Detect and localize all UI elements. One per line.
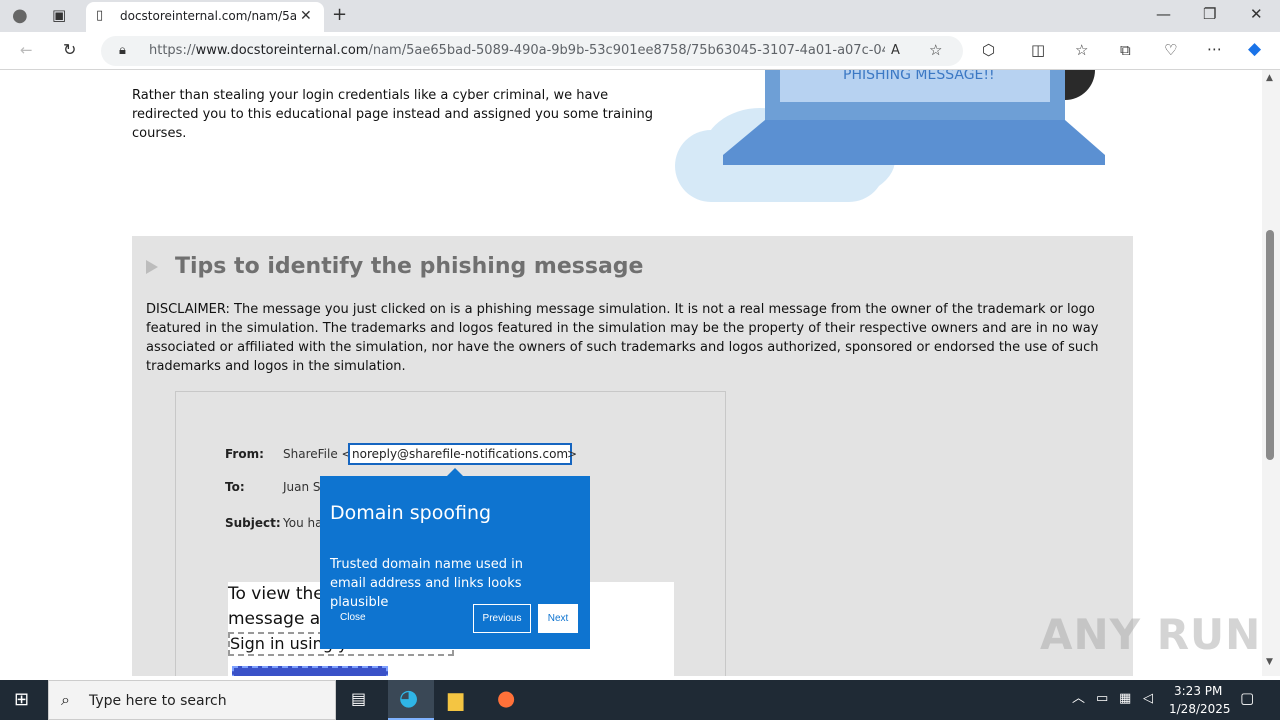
copilot-icon[interactable]: ◆ bbox=[1248, 41, 1261, 58]
favorite-star-icon[interactable]: ☆ bbox=[929, 43, 942, 58]
refresh-icon[interactable]: ↻ bbox=[63, 42, 76, 58]
network-icon[interactable]: ▦ bbox=[1119, 692, 1131, 705]
tray-time[interactable]: 3:23 PM bbox=[1174, 684, 1222, 698]
volume-icon[interactable]: ◁ bbox=[1143, 692, 1153, 705]
tray-chevron-icon[interactable]: ︿ bbox=[1072, 692, 1085, 705]
minimize-icon[interactable]: — bbox=[1156, 7, 1171, 22]
page-icon: ▯ bbox=[96, 8, 104, 23]
from-close-bracket: > bbox=[567, 447, 578, 461]
laptop-illustration bbox=[675, 70, 1105, 202]
close-window-icon[interactable]: ✕ bbox=[1250, 7, 1263, 22]
more-menu-icon[interactable]: ⋯ bbox=[1207, 42, 1222, 57]
tray-date[interactable]: 1/28/2025 bbox=[1169, 702, 1231, 716]
tab-title: docstoreinternal.com/nam/5ae65 bbox=[120, 9, 296, 23]
edge-taskbar-icon[interactable]: ◕ bbox=[388, 680, 434, 720]
browser-essentials-icon[interactable]: ♡ bbox=[1164, 43, 1177, 58]
disclaimer-text: DISCLAIMER: The message you just clicked… bbox=[146, 302, 1099, 374]
notifications-icon[interactable]: ▢ bbox=[1240, 691, 1254, 706]
url-field[interactable]: 🔒︎ https://www.docstoreinternal.com/nam/… bbox=[101, 36, 963, 66]
tab-bar: ● ▣ ▯ docstoreinternal.com/nam/5ae65 ✕ +… bbox=[0, 0, 1280, 32]
intro-text: Rather than stealing your login credenti… bbox=[132, 88, 654, 141]
to-label: To: bbox=[225, 480, 245, 494]
address-bar: ← ↻ 🔒︎ https://www.docstoreinternal.com/… bbox=[0, 32, 1280, 70]
restore-icon[interactable]: ❐ bbox=[1203, 7, 1216, 22]
tray-device-icon[interactable]: ▭ bbox=[1096, 692, 1108, 705]
popup-next-button[interactable]: Next bbox=[538, 604, 578, 633]
expand-triangle-icon[interactable] bbox=[146, 260, 158, 274]
scrollbar-thumb[interactable] bbox=[1266, 230, 1274, 460]
tips-heading[interactable]: Tips to identify the phishing message bbox=[175, 254, 643, 279]
phishing-banner-text: PHISHING MESSAGE!! bbox=[843, 70, 995, 83]
firefox-icon[interactable]: ● bbox=[497, 688, 515, 709]
active-tab[interactable]: ▯ docstoreinternal.com/nam/5ae65 ✕ bbox=[86, 2, 324, 32]
tab-actions-icon[interactable]: ▣ bbox=[52, 8, 66, 23]
subject-value: You ha bbox=[283, 516, 323, 530]
lock-icon[interactable]: 🔒︎ bbox=[119, 44, 126, 57]
profile-icon[interactable]: ● bbox=[12, 7, 28, 25]
popup-title: Domain spoofing bbox=[330, 502, 492, 524]
task-view-icon[interactable]: ▤ bbox=[351, 691, 366, 707]
scroll-up-icon[interactable]: ▲ bbox=[1266, 74, 1273, 83]
domain-spoofing-popup: Domain spoofing Trusted domain name used… bbox=[320, 468, 590, 649]
watermark: ANY RUN bbox=[1040, 610, 1262, 659]
page-content: Rather than stealing your login credenti… bbox=[0, 70, 1262, 676]
close-tab-icon[interactable]: ✕ bbox=[300, 9, 312, 23]
collections-icon[interactable]: ⧉ bbox=[1120, 43, 1131, 58]
back-icon[interactable]: ← bbox=[20, 43, 33, 58]
windows-start-icon[interactable]: ⊞ bbox=[14, 691, 29, 709]
taskbar: ⊞ ⌕ Type here to search ▤ ◕ ▆ ● ︿ ▭ ▦ ◁ … bbox=[0, 680, 1280, 720]
to-value: Juan S bbox=[283, 480, 321, 494]
new-tab-icon[interactable]: + bbox=[332, 6, 347, 24]
popup-close-button[interactable]: Close bbox=[340, 612, 366, 623]
popup-previous-button[interactable]: Previous bbox=[473, 604, 531, 633]
from-address-highlight[interactable]: noreply@sharefile-notifications.com bbox=[348, 443, 573, 465]
favorites-icon[interactable]: ☆ bbox=[1075, 43, 1088, 58]
from-name: ShareFile < bbox=[283, 447, 352, 461]
search-placeholder: Type here to search bbox=[89, 693, 227, 709]
search-icon: ⌕ bbox=[61, 690, 70, 709]
edge-icon: ◕ bbox=[399, 686, 419, 711]
scroll-down-icon[interactable]: ▼ bbox=[1266, 658, 1273, 667]
file-explorer-icon[interactable]: ▆ bbox=[448, 689, 463, 709]
read-aloud-icon[interactable]: A bbox=[891, 44, 900, 57]
tips-section: Tips to identify the phishing message DI… bbox=[132, 236, 1133, 676]
subject-label: Subject: bbox=[225, 516, 281, 530]
email-cta-button[interactable] bbox=[232, 666, 388, 676]
from-label: From: bbox=[225, 447, 264, 461]
extensions-icon[interactable]: ⬡ bbox=[982, 43, 995, 58]
taskbar-search[interactable]: ⌕ Type here to search bbox=[48, 680, 336, 720]
split-screen-icon[interactable]: ◫ bbox=[1031, 43, 1045, 58]
url-text: https://www.docstoreinternal.com/nam/5ae… bbox=[149, 43, 885, 58]
